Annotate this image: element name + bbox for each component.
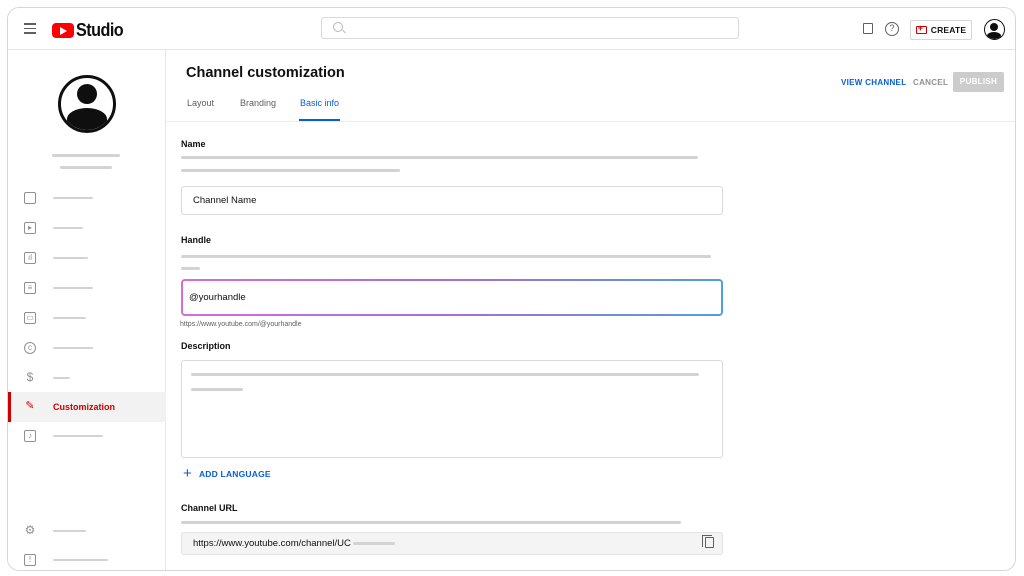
create-label: CREATE <box>930 25 967 35</box>
name-label: Name <box>181 139 206 149</box>
handle-label: Handle <box>181 235 212 245</box>
menu-icon[interactable] <box>24 23 36 34</box>
description-label: Description <box>181 341 231 351</box>
publish-button[interactable]: PUBLISH <box>953 72 1004 92</box>
channel-url-label: Channel URL <box>181 503 238 513</box>
comments-icon: ≡ <box>24 282 36 294</box>
analytics-icon: ıl <box>24 252 36 264</box>
channel-avatar-icon[interactable] <box>58 75 116 133</box>
customization-icon: ✎ <box>25 400 35 412</box>
name-field[interactable]: Channel Name <box>181 186 723 215</box>
app-name: Studio <box>76 20 124 40</box>
sidebar-item-dashboard[interactable] <box>8 183 166 213</box>
help-icon[interactable]: ? <box>885 22 899 36</box>
tabs-divider <box>166 121 1015 122</box>
audio-library-icon: ♪ <box>24 430 36 442</box>
handle-url-helper: https://www.youtube.com/@yourhandle <box>180 321 302 328</box>
sidebar-item-label: Customization <box>53 402 115 412</box>
copy-icon[interactable] <box>702 535 714 548</box>
sidebar-item-earn[interactable]: $ <box>8 363 166 393</box>
channel-subtitle-placeholder <box>60 166 112 169</box>
sidebar-item-copyright[interactable]: c <box>8 333 166 363</box>
earn-icon: $ <box>26 370 34 384</box>
sidebar: ▸ ıl ≡ ▭ c $ ✎ Customization ♪ ⚙ ! <box>8 50 166 570</box>
add-language-label: ADD LANGUAGE <box>198 469 271 479</box>
sidebar-item-content[interactable]: ▸ <box>8 213 166 243</box>
add-language-button[interactable]: + ADD LANGUAGE <box>183 465 271 482</box>
settings-icon: ⚙ <box>24 523 36 537</box>
comment-icon[interactable] <box>863 23 873 34</box>
channel-name-placeholder <box>52 154 120 157</box>
dashboard-icon <box>24 192 36 204</box>
studio-window: Studio ? CREATE ▸ ıl <box>7 7 1016 571</box>
sidebar-item-settings[interactable]: ⚙ <box>8 516 166 546</box>
search-icon <box>333 22 343 32</box>
description-field[interactable] <box>181 360 723 458</box>
channel-url-field[interactable]: https://www.youtube.com/channel/UC <box>181 532 723 555</box>
channel-id-placeholder <box>352 542 395 545</box>
youtube-logo-icon <box>52 23 74 38</box>
tab-basic-info[interactable]: Basic info <box>299 98 341 121</box>
subtitles-icon: ▭ <box>24 312 36 324</box>
tab-branding[interactable]: Branding <box>239 98 299 121</box>
tab-bar: Layout Branding Basic info <box>186 98 341 121</box>
channel-url-description-placeholder <box>181 521 681 524</box>
create-video-icon <box>915 23 927 34</box>
handle-description-placeholder <box>181 255 711 258</box>
name-description-placeholder <box>181 169 400 172</box>
feedback-icon: ! <box>24 554 36 566</box>
search-input[interactable] <box>321 17 739 39</box>
sidebar-item-comments[interactable]: ≡ <box>8 273 166 303</box>
tab-layout[interactable]: Layout <box>186 98 239 121</box>
page-title: Channel customization <box>186 65 345 81</box>
account-avatar-icon[interactable] <box>984 19 1005 40</box>
cancel-button[interactable]: CANCEL <box>913 78 948 87</box>
sidebar-item-analytics[interactable]: ıl <box>8 243 166 273</box>
plus-icon: + <box>183 465 192 482</box>
name-description-placeholder <box>181 156 698 159</box>
top-header: Studio ? CREATE <box>8 8 1015 50</box>
sidebar-item-feedback[interactable]: ! <box>8 545 166 570</box>
sidebar-item-subtitles[interactable]: ▭ <box>8 303 166 333</box>
studio-logo[interactable]: Studio <box>52 20 128 41</box>
channel-url-value: https://www.youtube.com/channel/UC <box>193 538 351 549</box>
copyright-icon: c <box>24 342 36 354</box>
sidebar-item-audio-library[interactable]: ♪ <box>8 421 166 451</box>
handle-field[interactable]: @yourhandle <box>181 279 723 316</box>
view-channel-button[interactable]: VIEW CHANNEL <box>841 78 906 87</box>
sidebar-item-customization[interactable]: ✎ Customization <box>8 392 166 422</box>
handle-description-placeholder <box>181 267 200 270</box>
content-icon: ▸ <box>24 222 36 234</box>
create-button[interactable]: CREATE <box>910 20 972 40</box>
